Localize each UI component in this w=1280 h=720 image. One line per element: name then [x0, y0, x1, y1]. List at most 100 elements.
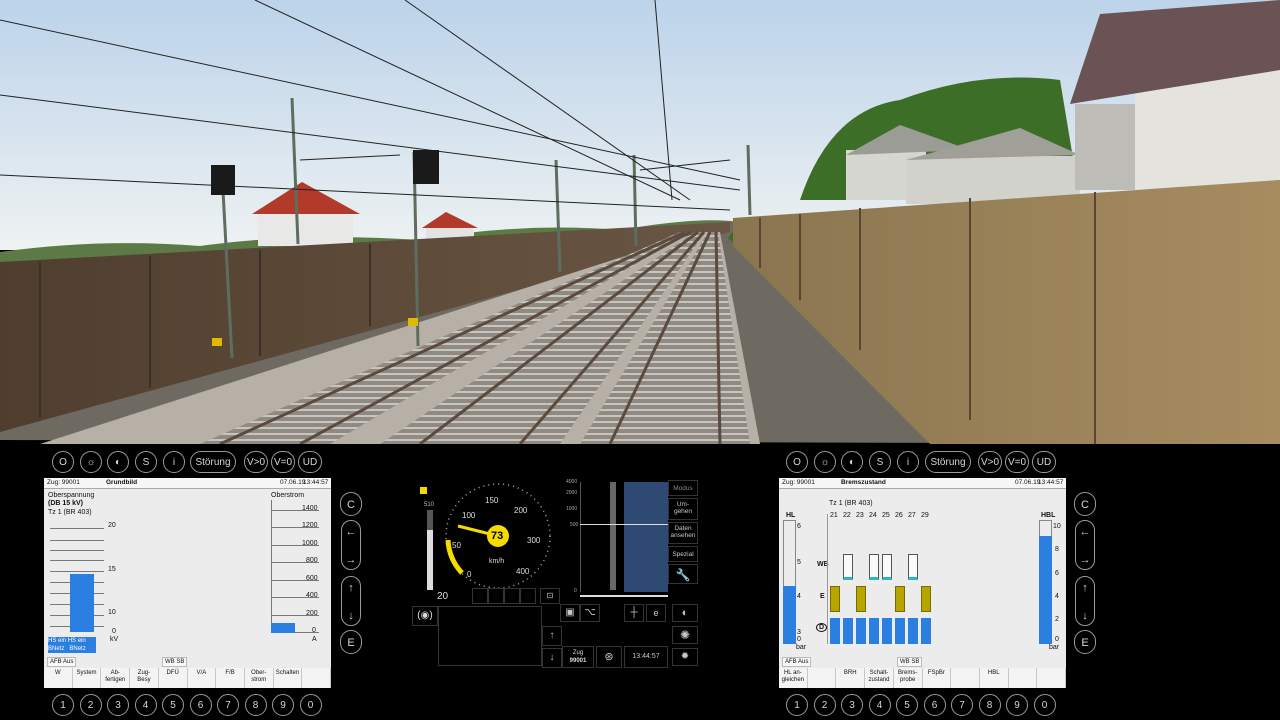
btn-vgt0-left[interactable]: V>0 [244, 451, 268, 473]
num-button-right-0[interactable]: 0 [1033, 694, 1056, 716]
num-button-left-6[interactable]: 6 [189, 694, 212, 716]
num-button-left-1[interactable]: 1 [52, 694, 74, 716]
softkey-dfue[interactable]: DFÜ [158, 668, 188, 688]
menu-spezial[interactable]: Spezial [668, 546, 698, 562]
network-icon[interactable]: ⊛ [596, 646, 622, 668]
contrast-icon-left[interactable]: ◐ [107, 451, 129, 473]
num-button-left-9[interactable]: 9 [272, 694, 294, 716]
num-button-left-7[interactable]: 7 [217, 694, 239, 716]
softkey-empty-7[interactable] [951, 668, 980, 688]
right-softkeys: HL an- gleichen BRH Schalt- zustand Brem… [779, 668, 1066, 688]
softkey-w[interactable]: W [44, 668, 73, 688]
arrow-left-right-icon-right[interactable]: ← → [1075, 520, 1095, 570]
softkey-schaltzustand[interactable]: Schalt- zustand [865, 668, 894, 688]
menu-daten-ansehen[interactable]: Daten ansehen [668, 522, 698, 544]
current-bar [271, 623, 295, 633]
num-button-left-5[interactable]: 5 [162, 694, 184, 716]
softkey-brh[interactable]: BRH [836, 668, 866, 688]
contrast-icon-etcs[interactable]: ◐ [672, 604, 698, 622]
pantograph-icon[interactable]: ⌥ [580, 604, 600, 622]
contrast-icon-right[interactable]: ◐ [841, 451, 863, 473]
softkey-empty-2[interactable] [807, 668, 837, 688]
kv-tick-0: 0 [112, 628, 116, 635]
btn-ud-right[interactable]: UD [1032, 451, 1056, 473]
car-number: 22 [843, 512, 851, 519]
menu-umgehen[interactable]: Um- gehen [668, 498, 698, 520]
scroll-down-icon[interactable]: ↓ [542, 648, 562, 668]
car-d-indicator [908, 618, 918, 644]
num-button-left-8[interactable]: 8 [244, 694, 267, 716]
softkey-zugbesy[interactable]: Zug- Besy [130, 668, 159, 688]
btn-o-left[interactable]: O [52, 451, 74, 473]
bnetz1-label: BNetz [48, 646, 65, 652]
softkey-hbl[interactable]: HBL [979, 668, 1009, 688]
btn-info-right[interactable]: i [897, 451, 919, 473]
softkey-fb[interactable]: F/B [216, 668, 245, 688]
btn-ud-left[interactable]: UD [298, 451, 322, 473]
softkey-system[interactable]: System [72, 668, 102, 688]
softkey-schalten[interactable]: Schalten [273, 668, 303, 688]
tz-label-left: Tz 1 (BR 403) [48, 509, 92, 516]
btn-vgt0-right[interactable]: V>0 [978, 451, 1002, 473]
arrow-down-icon-r: ↓ [1082, 610, 1088, 622]
btn-info-left[interactable]: i [163, 451, 185, 473]
softkey-va[interactable]: V/A [187, 668, 217, 688]
softkey-bremsprobe[interactable]: Brems- probe [893, 668, 923, 688]
btn-e-left[interactable]: E [340, 630, 362, 654]
dial-0: 0 [467, 570, 472, 579]
brightness-icon-right[interactable]: ☼ [814, 451, 836, 473]
dim-icon-etcs[interactable]: ✹ [672, 648, 698, 666]
softkey-abfertigen[interactable]: Ab- fertigen [101, 668, 131, 688]
plan-0: 0 [574, 588, 577, 594]
zug-number-etcs: 99001 [569, 658, 587, 664]
oberspannung-label: Oberspannung [48, 492, 95, 499]
scroll-up-icon[interactable]: ↑ [542, 626, 562, 646]
num-button-right-4[interactable]: 4 [868, 694, 891, 716]
btn-veq0-left[interactable]: V=0 [271, 451, 295, 473]
e-signal-icon[interactable]: e [646, 604, 666, 622]
door-icon[interactable]: ▣ [560, 604, 580, 622]
num-button-right-1[interactable]: 1 [786, 694, 808, 716]
btn-e-right[interactable]: E [1074, 630, 1096, 654]
softkey-hl-angleichen[interactable]: HL an- gleichen [779, 668, 808, 688]
btn-veq0-right[interactable]: V=0 [1005, 451, 1029, 473]
num-button-right-8[interactable]: 8 [978, 694, 1001, 716]
btn-c-right[interactable]: C [1074, 492, 1096, 516]
num-button-right-9[interactable]: 9 [1006, 694, 1028, 716]
btn-o-right[interactable]: O [786, 451, 808, 473]
dial-300: 300 [527, 536, 541, 545]
btn-stoerung-left[interactable]: Störung [190, 451, 236, 473]
arrow-up-down-icon-left[interactable]: ↑ ↓ [341, 576, 361, 626]
speed-unit: km/h [489, 558, 505, 565]
num-button-left-0[interactable]: 0 [299, 694, 322, 716]
btn-c-left[interactable]: C [340, 492, 362, 516]
num-button-left-3[interactable]: 3 [107, 694, 129, 716]
signal-bar-icon[interactable]: ┼ [624, 604, 644, 622]
softkey-empty-9[interactable] [1008, 668, 1038, 688]
car-e-indicator [830, 586, 840, 612]
softkey-empty[interactable] [302, 668, 331, 688]
arrow-left-right-icon-left[interactable]: ← → [341, 520, 361, 570]
arrow-up-down-icon-right[interactable]: ↑ ↓ [1075, 576, 1095, 626]
num-button-right-2[interactable]: 2 [813, 694, 836, 716]
zug-info-box: Zug 99001 [562, 646, 594, 668]
num-button-left-2[interactable]: 2 [79, 694, 102, 716]
num-button-right-6[interactable]: 6 [923, 694, 946, 716]
num-button-right-7[interactable]: 7 [951, 694, 973, 716]
btn-s-left[interactable]: S [135, 451, 157, 473]
softkey-empty-10[interactable] [1037, 668, 1066, 688]
btn-s-right[interactable]: S [869, 451, 891, 473]
menu-modus[interactable]: Modus [668, 480, 698, 496]
btn-stoerung-right[interactable]: Störung [925, 451, 971, 473]
num-button-left-4[interactable]: 4 [134, 694, 157, 716]
softkey-fspbr[interactable]: FSpBr [922, 668, 952, 688]
wrench-icon[interactable]: 🔧 [668, 564, 698, 584]
brightness-icon-etcs[interactable]: ✺ [672, 626, 698, 644]
voltage-bar [70, 574, 94, 632]
brightness-icon-left[interactable]: ☼ [80, 451, 102, 473]
num-button-right-3[interactable]: 3 [841, 694, 863, 716]
dial-100: 100 [462, 511, 476, 520]
screen-title-left: Grundbild [106, 479, 138, 486]
softkey-oberstrom[interactable]: Ober- strom [244, 668, 274, 688]
num-button-right-5[interactable]: 5 [896, 694, 918, 716]
